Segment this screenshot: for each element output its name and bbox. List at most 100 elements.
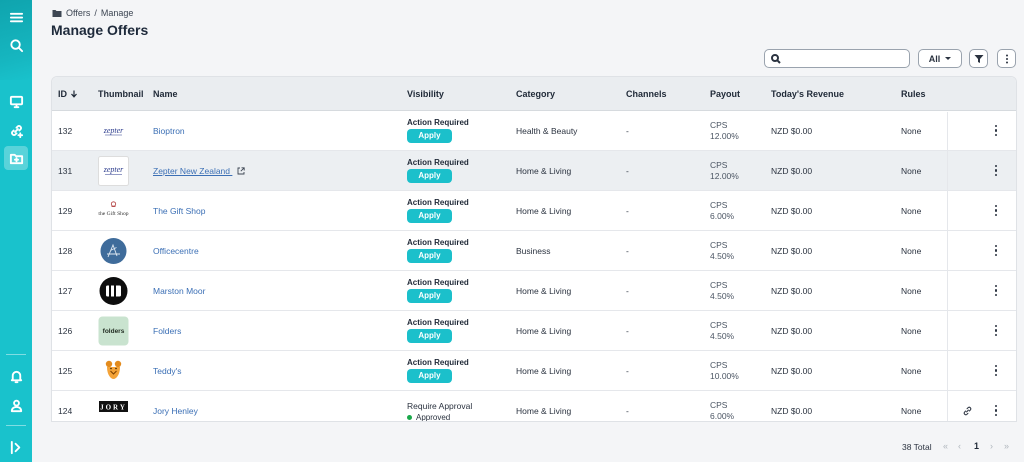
search-input[interactable] <box>785 53 905 64</box>
offer-id: 131 <box>58 165 73 176</box>
thumbnail-zepter-logo: zepter <box>98 116 129 146</box>
search-icon[interactable] <box>4 33 28 57</box>
offers-folder-icon[interactable] <box>4 146 28 170</box>
table-row[interactable]: 128 Officecentre Action Required Apply B… <box>52 231 1016 271</box>
external-link-icon[interactable] <box>237 167 246 175</box>
row-actions-kebab-icon[interactable] <box>994 244 998 257</box>
payout-rate: 12.00% <box>710 130 739 141</box>
kebab-icon <box>1005 54 1008 63</box>
thumbnail-marston-moor-logo <box>98 276 129 306</box>
apply-button[interactable]: Apply <box>407 289 452 303</box>
row-actions-kebab-icon[interactable] <box>994 164 998 177</box>
row-actions-kebab-icon[interactable] <box>994 364 998 377</box>
last-page-button[interactable]: » <box>1004 441 1009 451</box>
column-name[interactable]: Name <box>153 89 178 99</box>
table-row[interactable]: 132 zepter Bioptron Action Required Appl… <box>52 111 1016 151</box>
thumbnail-jory-henley-logo: JORY <box>98 396 129 421</box>
column-id[interactable]: ID <box>58 89 78 99</box>
offer-name-link[interactable]: Marston Moor <box>153 286 205 296</box>
visibility-filter-dropdown[interactable]: All <box>918 49 962 68</box>
row-actions-kebab-icon[interactable] <box>994 404 998 417</box>
apply-button[interactable]: Apply <box>407 129 452 143</box>
offer-id: 124 <box>58 405 73 416</box>
breadcrumb-root[interactable]: Offers <box>66 8 90 18</box>
offer-name-link[interactable]: The Gift Shop <box>153 206 205 216</box>
previous-page-button[interactable]: ‹ <box>958 441 961 451</box>
apply-button[interactable]: Apply <box>407 369 452 383</box>
rules: None <box>901 325 922 336</box>
channels: - <box>626 205 629 216</box>
svg-text:zepter: zepter <box>103 126 124 135</box>
total-count: 38 Total <box>902 442 932 452</box>
apply-button[interactable]: Apply <box>407 209 452 223</box>
breadcrumb: Offers / Manage <box>52 8 133 18</box>
approved-status-dot <box>407 415 412 420</box>
more-options-button[interactable] <box>997 49 1016 68</box>
visibility-status: Action Required <box>407 278 469 287</box>
bell-icon[interactable] <box>4 364 28 388</box>
current-page[interactable]: 1 <box>974 441 979 451</box>
apply-button[interactable]: Apply <box>407 329 452 343</box>
channels: - <box>626 365 629 376</box>
offer-name-link[interactable]: Bioptron <box>153 126 185 136</box>
offer-name-link[interactable]: Jory Henley <box>153 406 198 416</box>
offer-id: 128 <box>58 245 73 256</box>
column-channels[interactable]: Channels <box>626 89 667 99</box>
link-add-icon[interactable] <box>4 118 28 142</box>
breadcrumb-current: Manage <box>100 8 134 18</box>
payout-type: CPS <box>710 359 728 370</box>
link-icon[interactable] <box>962 405 973 416</box>
visibility-cell: Action Required Apply <box>407 238 469 263</box>
payout: CPS 6.00% <box>710 200 734 222</box>
payout-rate: 4.50% <box>710 250 735 261</box>
column-todays-revenue[interactable]: Today's Revenue <box>771 89 844 99</box>
table-row[interactable]: 127 Marston Moor Action Required Apply H… <box>52 271 1016 311</box>
table-row[interactable]: 125 Teddy's Action Required Apply Home &… <box>52 351 1016 391</box>
sidebar <box>0 0 32 462</box>
column-visibility[interactable]: Visibility <box>407 89 444 99</box>
table-row[interactable]: 129 the Gift Shop The Gift Shop Action R… <box>52 191 1016 231</box>
offers-table: ID Thumbnail Name Visibility Category Ch… <box>51 76 1017 422</box>
monitor-icon[interactable] <box>4 89 28 113</box>
row-actions-kebab-icon[interactable] <box>994 284 998 297</box>
next-page-button[interactable]: › <box>990 441 993 451</box>
row-actions-kebab-icon[interactable] <box>994 324 998 337</box>
visibility-cell: Action Required Apply <box>407 318 469 343</box>
table-row[interactable]: 126 folders Folders Action Required Appl… <box>52 311 1016 351</box>
table-row[interactable]: 124 JORY Jory Henley Require Approval Ap… <box>52 391 1016 421</box>
table-row[interactable]: 131 zepter Zepter New Zealand Action Req… <box>52 151 1016 191</box>
category: Home & Living <box>516 365 572 376</box>
todays-revenue: NZD $0.00 <box>771 285 813 296</box>
first-page-button[interactable]: « <box>943 441 948 451</box>
payout-type: CPS <box>710 279 728 290</box>
apply-button[interactable]: Apply <box>407 249 452 263</box>
user-icon[interactable] <box>4 393 28 417</box>
payout-type: CPS <box>710 199 728 210</box>
offer-name-link[interactable]: Officecentre <box>153 246 199 256</box>
row-actions-kebab-icon[interactable] <box>994 204 998 217</box>
column-rules[interactable]: Rules <box>901 89 926 99</box>
payout-rate: 10.00% <box>710 370 739 381</box>
visibility-status: Action Required <box>407 358 469 367</box>
column-payout[interactable]: Payout <box>710 89 740 99</box>
offer-name-link[interactable]: Teddy's <box>153 366 182 376</box>
channels: - <box>626 405 629 416</box>
svg-text:the Gift Shop: the Gift Shop <box>98 210 128 217</box>
rules: None <box>901 125 922 136</box>
category: Home & Living <box>516 285 572 296</box>
rules: None <box>901 165 922 176</box>
category: Home & Living <box>516 325 572 336</box>
apply-button[interactable]: Apply <box>407 169 452 183</box>
offer-name-link[interactable]: Zepter New Zealand <box>153 166 246 176</box>
row-actions-kebab-icon[interactable] <box>994 124 998 137</box>
filter-button[interactable] <box>969 49 988 68</box>
column-category[interactable]: Category <box>516 89 555 99</box>
category: Health & Beauty <box>516 125 578 136</box>
payout: CPS 4.50% <box>710 320 734 342</box>
menu-icon[interactable] <box>4 5 28 29</box>
offer-name-link[interactable]: Folders <box>153 326 181 336</box>
search-box[interactable] <box>764 49 910 68</box>
offer-id: 126 <box>58 325 73 336</box>
payout-type: CPS <box>710 159 728 170</box>
table-header: ID Thumbnail Name Visibility Category Ch… <box>52 77 1016 111</box>
